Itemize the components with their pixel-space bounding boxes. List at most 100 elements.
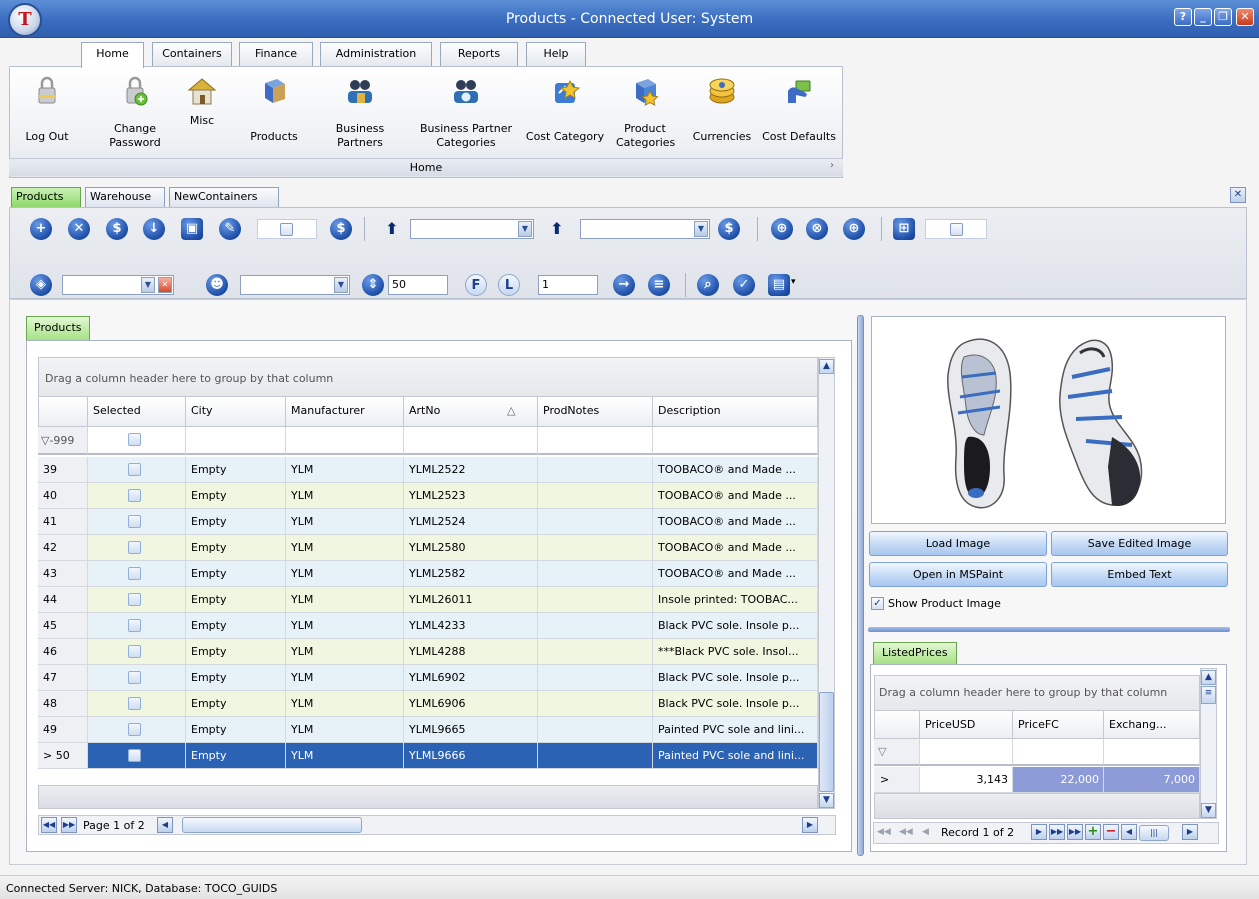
- selected-cell[interactable]: [88, 457, 186, 483]
- city-cell[interactable]: Empty: [186, 665, 286, 691]
- globe-icon[interactable]: ⊕: [771, 218, 793, 240]
- city-cell[interactable]: Empty: [186, 743, 286, 769]
- scroll-up-icon[interactable]: ▲: [819, 359, 834, 374]
- listed-prices-tab[interactable]: ListedPrices: [873, 642, 957, 664]
- lp-filter-icon[interactable]: ▽: [874, 739, 920, 766]
- selected-cell[interactable]: [88, 691, 186, 717]
- list-icon[interactable]: ≡: [648, 274, 670, 296]
- next-page-icon[interactable]: ▶▶: [1049, 824, 1065, 840]
- document-icon[interactable]: ▤: [768, 274, 790, 296]
- manufacturer-cell[interactable]: YLM: [286, 535, 404, 561]
- selected-cell[interactable]: [88, 743, 186, 769]
- row-number[interactable]: 41: [38, 509, 88, 535]
- export-select[interactable]: ▼: [410, 219, 534, 239]
- export-icon[interactable]: ⬆: [381, 218, 403, 240]
- manufacturer-cell[interactable]: YLM: [286, 457, 404, 483]
- description-cell[interactable]: Black PVC sole. Insole p...: [653, 665, 818, 691]
- description-cell[interactable]: TOOBACO® and Made ...: [653, 483, 818, 509]
- scrollbar-thumb[interactable]: [819, 692, 834, 792]
- change-password-button[interactable]: Change Password: [102, 75, 168, 149]
- chevron-down-icon[interactable]: ▼: [334, 277, 348, 293]
- price-list-icon[interactable]: $: [330, 218, 352, 240]
- manufacturer-cell[interactable]: YLM: [286, 639, 404, 665]
- embed-text-button[interactable]: Embed Text: [1051, 562, 1228, 587]
- add-record-icon[interactable]: +: [1085, 824, 1101, 840]
- row-checkbox[interactable]: [128, 749, 141, 762]
- scroll-right-icon[interactable]: ▶: [1182, 824, 1198, 840]
- column-header-exchange[interactable]: Exchang...: [1104, 711, 1200, 739]
- city-cell[interactable]: Empty: [186, 613, 286, 639]
- prodnotes-cell[interactable]: [538, 587, 653, 613]
- artno-cell[interactable]: YLML2523: [404, 483, 538, 509]
- manufacturer-cell[interactable]: YLM: [286, 743, 404, 769]
- close-button[interactable]: ✕: [1236, 8, 1254, 26]
- import-select[interactable]: ▼: [580, 219, 710, 239]
- column-header-artno[interactable]: ArtNo: [404, 397, 538, 427]
- artno-cell[interactable]: YLML2522: [404, 457, 538, 483]
- table-row[interactable]: 45 Empty YLM YLML4233 Black PVC sole. Insole…: [38, 613, 818, 639]
- find-icon[interactable]: ⌕: [697, 274, 719, 296]
- manufacturer-cell[interactable]: YLM: [286, 665, 404, 691]
- prodnotes-cell[interactable]: [538, 665, 653, 691]
- artno-cell[interactable]: YLML6902: [404, 665, 538, 691]
- table-row[interactable]: 48 Empty YLM YLML6906 Black PVC sole. Insole…: [38, 691, 818, 717]
- delete-icon[interactable]: ✕: [68, 218, 90, 240]
- row-checkbox[interactable]: [128, 619, 141, 632]
- filter-cell-city[interactable]: [186, 427, 286, 455]
- app-logo[interactable]: T: [8, 3, 42, 37]
- doc-tab-warehouse[interactable]: Warehouse: [85, 187, 165, 207]
- table-row[interactable]: 43 Empty YLM YLML2582 TOOBACO® and Made ...: [38, 561, 818, 587]
- lp-filter-exchange[interactable]: [1104, 739, 1200, 766]
- doc-tab-products[interactable]: Products: [11, 187, 81, 207]
- toggle-check-1[interactable]: [280, 223, 293, 236]
- chevron-down-icon[interactable]: ▼: [518, 221, 532, 237]
- filter-row-label[interactable]: ▽-999: [38, 427, 88, 455]
- selected-cell[interactable]: [88, 717, 186, 743]
- ribbon-expand-icon[interactable]: ›: [830, 160, 834, 171]
- row-number[interactable]: 48: [38, 691, 88, 717]
- row-checkbox[interactable]: [128, 671, 141, 684]
- description-cell[interactable]: Painted PVC sole and lini...: [653, 743, 818, 769]
- city-cell[interactable]: Empty: [186, 717, 286, 743]
- row-checkbox[interactable]: [128, 723, 141, 736]
- row-number[interactable]: 43: [38, 561, 88, 587]
- artno-cell[interactable]: YLML2582: [404, 561, 538, 587]
- selected-cell[interactable]: [88, 613, 186, 639]
- prodnotes-cell[interactable]: [538, 691, 653, 717]
- selected-cell[interactable]: [88, 587, 186, 613]
- row-checkbox[interactable]: [128, 567, 141, 580]
- description-cell[interactable]: Black PVC sole. Insole p...: [653, 613, 818, 639]
- filter-cell-description[interactable]: [653, 427, 818, 455]
- restore-button[interactable]: ❐: [1214, 8, 1232, 26]
- lp-horizontal-thumb[interactable]: |||: [1139, 825, 1169, 841]
- table-row[interactable]: 40 Empty YLM YLML2523 TOOBACO® and Made ...: [38, 483, 818, 509]
- selected-cell[interactable]: [88, 509, 186, 535]
- description-cell[interactable]: Insole printed: TOOBAC...: [653, 587, 818, 613]
- scrollbar-thumb[interactable]: ≡: [1201, 686, 1216, 704]
- row-number[interactable]: 47: [38, 665, 88, 691]
- page-size-icon[interactable]: ⇕: [362, 274, 384, 296]
- globe-upload-icon[interactable]: ⊕: [843, 218, 865, 240]
- listed-prices-group-panel[interactable]: Drag a column header here to group by th…: [874, 675, 1200, 711]
- selected-cell[interactable]: [88, 639, 186, 665]
- first-page-button[interactable]: F: [465, 274, 487, 296]
- artno-cell[interactable]: YLML2524: [404, 509, 538, 535]
- scroll-up-icon[interactable]: ▲: [1201, 670, 1216, 685]
- last-page-button[interactable]: L: [498, 274, 520, 296]
- horizontal-splitter[interactable]: [868, 627, 1230, 632]
- prodnotes-cell[interactable]: [538, 613, 653, 639]
- description-cell[interactable]: TOOBACO® and Made ...: [653, 535, 818, 561]
- ribbon-tab-administration[interactable]: Administration: [320, 42, 432, 66]
- save-icon[interactable]: ▣: [181, 218, 203, 240]
- column-header-prodnotes[interactable]: ProdNotes: [538, 397, 653, 427]
- scroll-right-icon[interactable]: ▶: [802, 817, 818, 833]
- prodnotes-cell[interactable]: [538, 483, 653, 509]
- import-icon[interactable]: ⬆: [546, 218, 568, 240]
- row-number[interactable]: 42: [38, 535, 88, 561]
- currency-icon[interactable]: $: [718, 218, 740, 240]
- description-cell[interactable]: TOOBACO® and Made ...: [653, 457, 818, 483]
- edit-icon[interactable]: ✎: [219, 218, 241, 240]
- row-checkbox[interactable]: [128, 645, 141, 658]
- page-size-input[interactable]: 50: [388, 275, 448, 295]
- row-number[interactable]: 45: [38, 613, 88, 639]
